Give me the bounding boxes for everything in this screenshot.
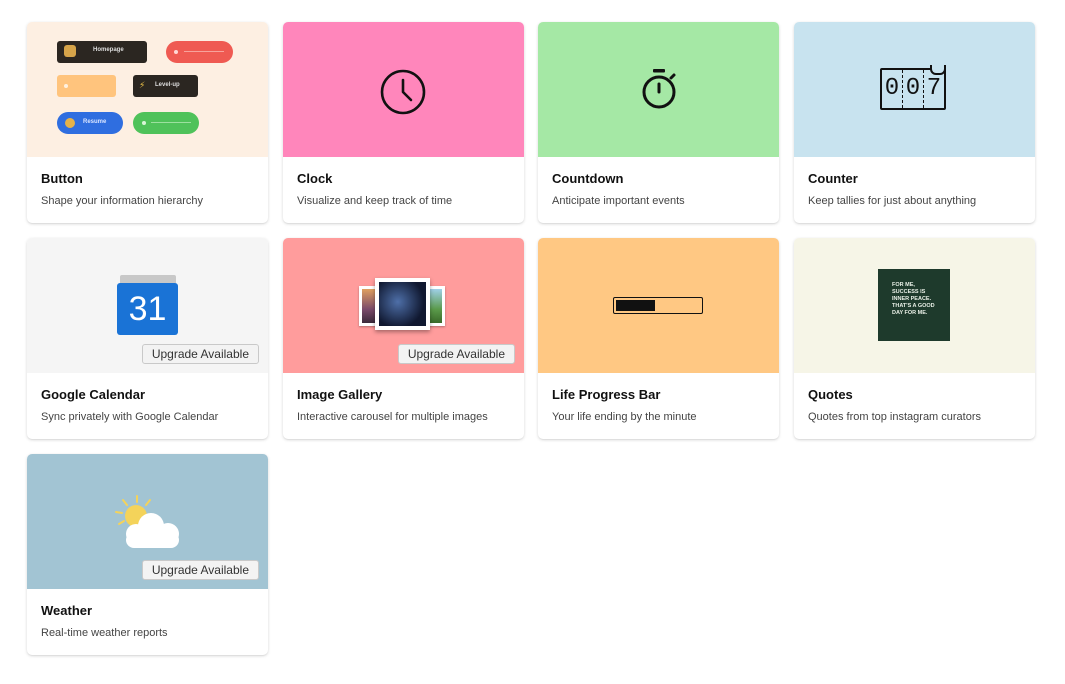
gallery-photo-center bbox=[375, 278, 430, 330]
progress-fill bbox=[616, 300, 655, 311]
home-icon bbox=[64, 45, 76, 57]
card-title: Quotes bbox=[808, 387, 853, 402]
button-preview: Homepage ⚡ Level-up Resume bbox=[27, 22, 268, 157]
red-pill-dot bbox=[174, 50, 178, 54]
homepage-pill: Homepage bbox=[57, 41, 147, 63]
clock-icon bbox=[380, 69, 426, 115]
card-description: Shape your information hierarchy bbox=[41, 195, 204, 207]
counter-preview: 0 0 7 bbox=[794, 22, 1035, 157]
partly-cloudy-icon bbox=[115, 495, 179, 548]
clock-preview bbox=[283, 22, 524, 157]
orange-pill-dot bbox=[64, 84, 68, 88]
progress-track bbox=[613, 297, 703, 314]
countdown-preview bbox=[538, 22, 779, 157]
card-title: Button bbox=[41, 171, 83, 186]
counter-digit: 0 bbox=[882, 70, 903, 108]
widget-card-quotes[interactable]: FOR ME, SUCCESS IS INNER PEACE. THAT'S A… bbox=[794, 238, 1035, 439]
widget-card-life-progress-bar[interactable]: Life Progress Bar Your life ending by th… bbox=[538, 238, 779, 439]
red-pill bbox=[166, 41, 233, 63]
green-pill bbox=[133, 112, 199, 134]
quote-text: FOR ME, SUCCESS IS INNER PEACE. THAT'S A… bbox=[892, 282, 935, 316]
counter-digit: 0 bbox=[903, 70, 924, 108]
levelup-pill: ⚡ Level-up bbox=[133, 75, 198, 97]
calendar-icon: 31 bbox=[117, 283, 178, 335]
calendar-day: 31 bbox=[128, 290, 167, 328]
upgrade-available-button[interactable]: Upgrade Available bbox=[397, 344, 515, 364]
widget-card-counter[interactable]: 0 0 7 Counter Keep tallies for just abou… bbox=[794, 22, 1035, 223]
stopwatch-icon bbox=[642, 69, 676, 109]
card-title: Image Gallery bbox=[297, 387, 383, 402]
red-pill-line bbox=[184, 51, 224, 52]
card-title: Counter bbox=[808, 171, 858, 186]
card-title: Google Calendar bbox=[41, 387, 146, 402]
card-description: Keep tallies for just about anything bbox=[808, 195, 977, 207]
calendar-rings bbox=[120, 275, 176, 283]
card-description: Interactive carousel for multiple images bbox=[297, 411, 488, 423]
card-description: Real-time weather reports bbox=[41, 627, 168, 639]
upgrade-available-button[interactable]: Upgrade Available bbox=[141, 560, 259, 580]
widget-card-countdown[interactable]: Countdown Anticipate important events bbox=[538, 22, 779, 223]
card-description: Quotes from top instagram curators bbox=[808, 411, 982, 423]
card-description: Anticipate important events bbox=[552, 195, 685, 207]
card-title: Life Progress Bar bbox=[552, 387, 661, 402]
resume-icon bbox=[65, 118, 75, 128]
quote-image: FOR ME, SUCCESS IS INNER PEACE. THAT'S A… bbox=[878, 269, 950, 341]
weather-preview: Upgrade Available bbox=[27, 454, 268, 589]
green-pill-dot bbox=[142, 121, 146, 125]
card-title: Clock bbox=[297, 171, 333, 186]
card-description: Visualize and keep track of time bbox=[297, 195, 453, 207]
quotes-preview: FOR ME, SUCCESS IS INNER PEACE. THAT'S A… bbox=[794, 238, 1035, 373]
card-title: Weather bbox=[41, 603, 93, 618]
upgrade-available-button[interactable]: Upgrade Available bbox=[141, 344, 259, 364]
resume-pill: Resume bbox=[57, 112, 123, 134]
google-calendar-preview: 31 Upgrade Available bbox=[27, 238, 268, 373]
bolt-icon: ⚡ bbox=[139, 80, 146, 90]
homepage-pill-label: Homepage bbox=[93, 47, 124, 53]
orange-pill bbox=[57, 75, 116, 97]
widget-card-button[interactable]: Homepage ⚡ Level-up Resume Button Shape … bbox=[27, 22, 268, 223]
green-pill-line bbox=[151, 122, 191, 123]
resume-pill-label: Resume bbox=[83, 119, 107, 125]
widget-card-google-calendar[interactable]: 31 Upgrade Available Google Calendar Syn… bbox=[27, 238, 268, 439]
widget-card-clock[interactable]: Clock Visualize and keep track of time bbox=[283, 22, 524, 223]
card-description: Your life ending by the minute bbox=[552, 411, 697, 423]
widget-card-weather[interactable]: Upgrade Available Weather Real-time weat… bbox=[27, 454, 268, 655]
levelup-pill-label: Level-up bbox=[155, 82, 180, 88]
counter-digit: 7 bbox=[926, 75, 942, 102]
counter-tab bbox=[930, 65, 946, 75]
card-title: Countdown bbox=[552, 171, 624, 186]
card-description: Sync privately with Google Calendar bbox=[41, 411, 219, 423]
widget-grid: Homepage ⚡ Level-up Resume Button Shape … bbox=[0, 0, 1065, 684]
life-progress-preview bbox=[538, 238, 779, 373]
widget-card-image-gallery[interactable]: Image Gallery Interactive carousel for m… bbox=[283, 238, 524, 439]
